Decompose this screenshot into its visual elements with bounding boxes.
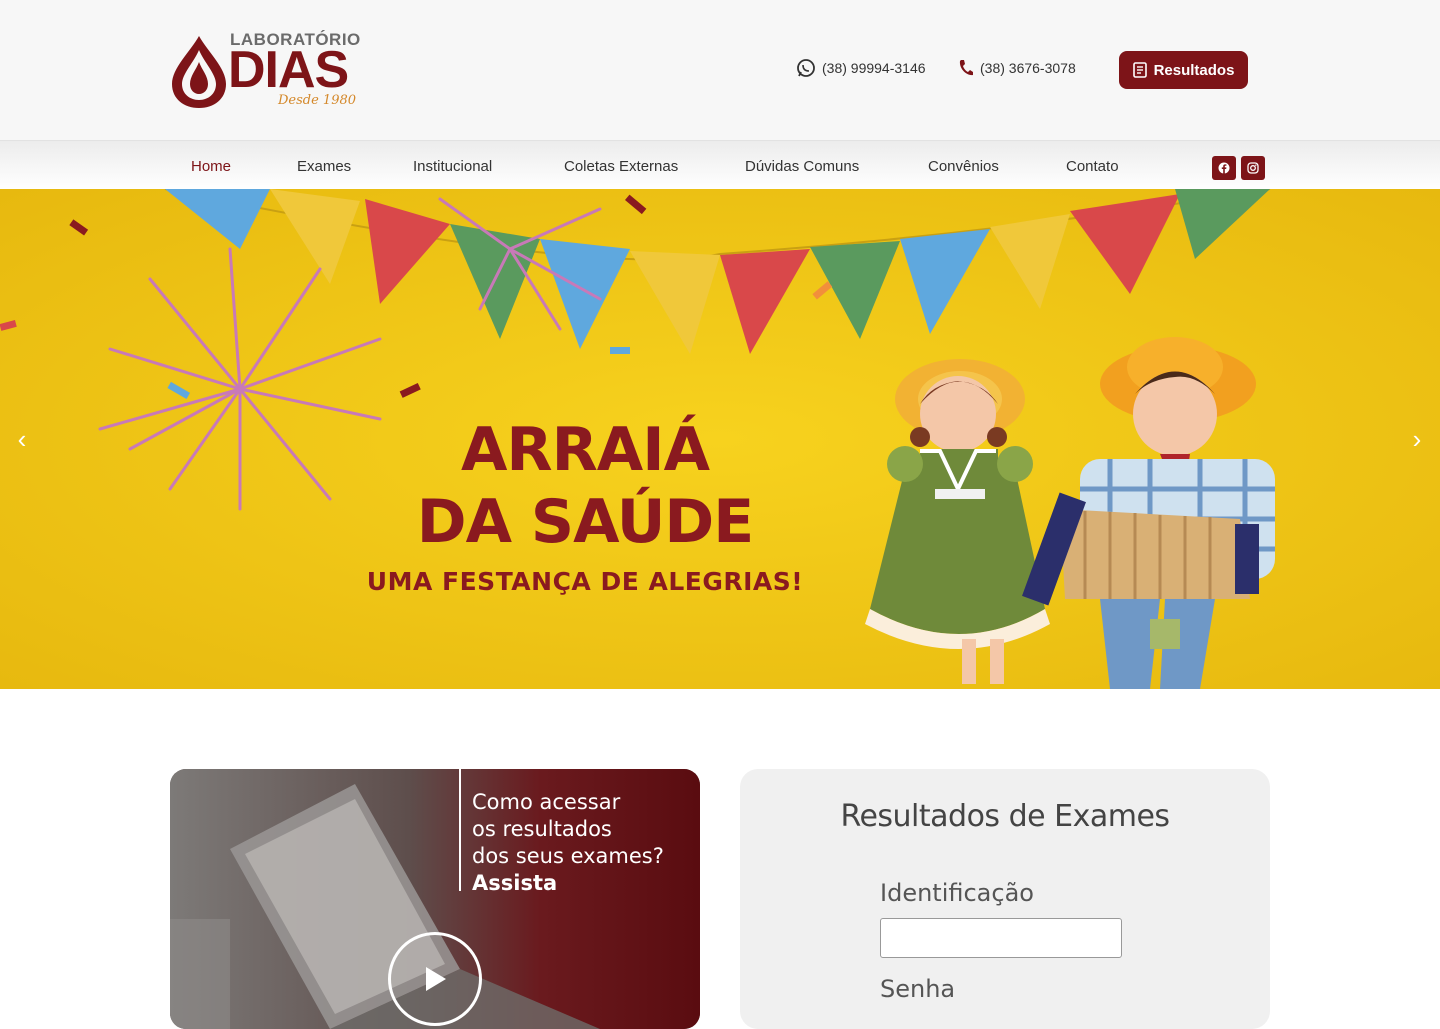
identification-input[interactable] (880, 918, 1122, 958)
exam-results-form: Resultados de Exames Identificação Senha (740, 769, 1270, 1029)
chevron-right-icon: › (1412, 423, 1422, 454)
document-icon (1132, 62, 1147, 78)
nav-item-convenios[interactable]: Convênios (928, 158, 999, 175)
video-divider (459, 769, 461, 891)
play-icon (426, 967, 446, 991)
nav-item-contato[interactable]: Contato (1066, 158, 1119, 175)
nav-item-coletas-externas[interactable]: Coletas Externas (564, 158, 678, 175)
play-button[interactable] (388, 932, 482, 1026)
results-button-label: Resultados (1153, 61, 1235, 79)
phone-number: (38) 3676-3078 (980, 60, 1076, 76)
video-caption-line2: os resultados (472, 817, 612, 841)
video-caption-line3: dos seus exames? (472, 844, 664, 868)
nav-item-home[interactable]: Home (191, 158, 231, 175)
video-caption: Como acessar os resultados dos seus exam… (472, 789, 664, 897)
logo[interactable]: LABORATÓRIO DIAS Desde 1980 (168, 28, 368, 112)
nav-item-institucional[interactable]: Institucional (413, 158, 492, 175)
whatsapp-number: (38) 99994-3146 (822, 60, 926, 76)
hero-title-line2: DA SAÚDE (416, 487, 754, 557)
instagram-icon (1247, 162, 1259, 174)
logo-since: Desde 1980 (278, 93, 357, 108)
facebook-icon (1218, 162, 1230, 174)
nav-item-exames[interactable]: Exames (297, 158, 351, 175)
drop-logo-icon (172, 36, 226, 108)
instagram-link[interactable] (1241, 156, 1265, 180)
hero-title-line1: ARRAIÁ (460, 415, 710, 485)
main-nav: Home Exames Institucional Coletas Extern… (0, 140, 1440, 189)
nav-item-duvidas-comuns[interactable]: Dúvidas Comuns (745, 158, 859, 175)
results-button[interactable]: Resultados (1119, 51, 1248, 89)
results-form-title: Resultados de Exames (840, 799, 1170, 834)
phone-contact[interactable]: (38) 3676-3078 (958, 58, 1076, 78)
video-caption-cta: Assista (472, 871, 558, 895)
video-caption-line1: Como acessar (472, 790, 621, 814)
chevron-left-icon: ‹ (17, 423, 27, 454)
hero-subtitle: UMA FESTANÇA DE ALEGRIAS! (366, 567, 804, 596)
whatsapp-icon (797, 59, 815, 77)
whatsapp-contact[interactable]: (38) 99994-3146 (796, 58, 926, 78)
top-header: LABORATÓRIO DIAS Desde 1980 (38) 99994-3… (0, 0, 1440, 140)
identification-label: Identificação (880, 879, 1034, 907)
carousel-next-button[interactable]: › (1405, 423, 1429, 454)
tutorial-video-card[interactable]: Como acessar os resultados dos seus exam… (170, 769, 700, 1029)
password-label: Senha (880, 975, 956, 1003)
hero-carousel[interactable]: ARRAIÁ DA SAÚDE UMA FESTANÇA DE ALEGRIAS… (0, 189, 1440, 689)
carousel-prev-button[interactable]: ‹ (10, 423, 34, 454)
facebook-link[interactable] (1212, 156, 1236, 180)
logo-name: DIAS (228, 41, 349, 99)
phone-icon (959, 60, 973, 76)
